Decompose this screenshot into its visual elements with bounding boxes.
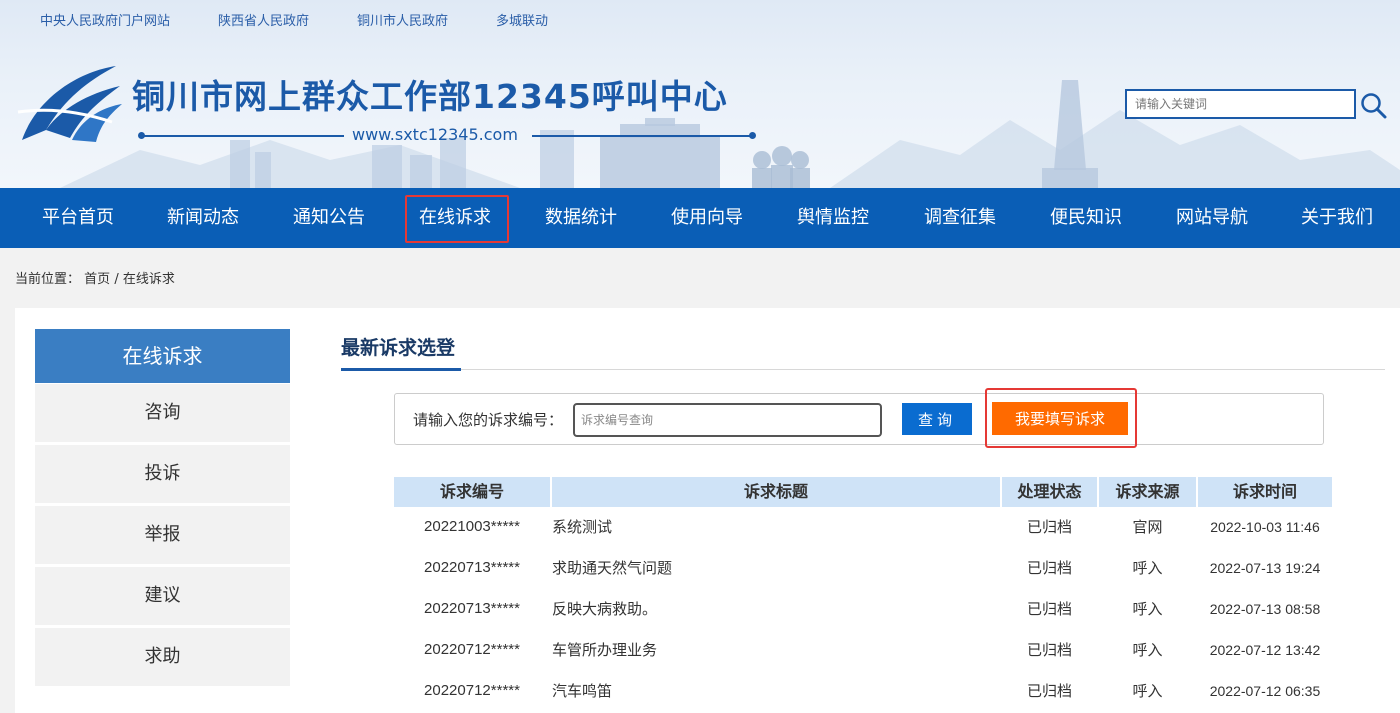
- nav-item-knowledge[interactable]: 便民知识: [1050, 188, 1122, 248]
- top-link-tongchuan-gov[interactable]: 铜川市人民政府: [357, 10, 448, 29]
- cell-time: 2022-07-12 06:35: [1209, 683, 1321, 699]
- cell-time: 2022-07-13 08:58: [1209, 601, 1321, 617]
- nav-item-about[interactable]: 关于我们: [1301, 188, 1373, 248]
- breadcrumb-label: 当前位置：: [15, 272, 81, 287]
- cell-source: 官网: [1132, 518, 1163, 536]
- nav-item-online-appeal[interactable]: 在线诉求: [419, 188, 491, 248]
- cell-appeal-title[interactable]: 汽车鸣笛: [552, 679, 612, 703]
- site-url: www.sxtc12345.com: [352, 125, 518, 144]
- header-search-input[interactable]: [1125, 89, 1356, 119]
- cell-appeal-id: 20221003*****: [424, 518, 520, 535]
- top-link-multi-city[interactable]: 多城联动: [496, 10, 548, 29]
- sidebar-item-complaint[interactable]: 投诉: [35, 445, 290, 503]
- cell-status: 已归档: [1026, 682, 1072, 700]
- cell-status: 已归档: [1026, 518, 1072, 536]
- cell-source: 呼入: [1132, 600, 1163, 618]
- sidebar-item-suggestion[interactable]: 建议: [35, 567, 290, 625]
- site-url-line: www.sxtc12345.com: [138, 125, 756, 146]
- sidebar-title: 在线诉求: [35, 329, 290, 383]
- search-icon[interactable]: [1358, 91, 1388, 119]
- cell-source: 呼入: [1132, 559, 1163, 577]
- nav-item-guide[interactable]: 使用向导: [671, 188, 743, 248]
- query-button[interactable]: 查询: [902, 403, 972, 435]
- top-links: 中央人民政府门户网站 陕西省人民政府 铜川市人民政府 多城联动: [40, 10, 548, 29]
- section-divider: [341, 369, 1385, 370]
- cell-source: 呼入: [1132, 682, 1163, 700]
- cell-time: 2022-10-03 11:46: [1210, 519, 1320, 535]
- nav-item-sitemap[interactable]: 网站导航: [1176, 188, 1248, 248]
- main-nav: 平台首页 新闻动态 通知公告 在线诉求 数据统计 使用向导 舆情监控 调查征集 …: [0, 188, 1400, 248]
- top-link-shaanxi-gov[interactable]: 陕西省人民政府: [218, 10, 309, 29]
- breadcrumb-home[interactable]: 首页: [84, 272, 110, 287]
- nav-item-statistics[interactable]: 数据统计: [545, 188, 617, 248]
- cell-appeal-title[interactable]: 求助通天然气问题: [552, 556, 672, 580]
- table-header-status: 处理状态: [1002, 477, 1097, 507]
- site-title: 铜川市网上群众工作部12345呼叫中心: [132, 77, 728, 116]
- table-header-source: 诉求来源: [1099, 477, 1196, 507]
- sidebar-item-help[interactable]: 求助: [35, 628, 290, 686]
- sidebar-item-report[interactable]: 举报: [35, 506, 290, 564]
- cell-appeal-id: 20220712*****: [424, 641, 520, 658]
- cell-status: 已归档: [1026, 641, 1072, 659]
- table-header-title: 诉求标题: [552, 477, 1000, 507]
- breadcrumb-current: 在线诉求: [122, 272, 175, 287]
- section-title: 最新诉求选登: [341, 337, 456, 359]
- cell-time: 2022-07-13 19:24: [1209, 560, 1321, 576]
- section-title-underline: [341, 368, 461, 371]
- nav-item-news[interactable]: 新闻动态: [167, 188, 239, 248]
- nav-item-opinion-monitor[interactable]: 舆情监控: [797, 188, 869, 248]
- nav-item-home[interactable]: 平台首页: [42, 188, 114, 248]
- cell-source: 呼入: [1132, 641, 1163, 659]
- site-logo: [17, 66, 122, 142]
- nav-item-notices[interactable]: 通知公告: [293, 188, 365, 248]
- site-header: 中央人民政府门户网站 陕西省人民政府 铜川市人民政府 多城联动 铜川市网上群众工…: [0, 0, 1400, 188]
- table-header-time: 诉求时间: [1198, 477, 1332, 507]
- table-header-id: 诉求编号: [394, 477, 550, 507]
- cell-status: 已归档: [1026, 559, 1072, 577]
- cell-appeal-id: 20220712*****: [424, 682, 520, 699]
- appeal-number-input[interactable]: [573, 403, 882, 437]
- file-appeal-button[interactable]: 我要填写诉求: [992, 402, 1128, 435]
- cell-appeal-title[interactable]: 系统测试: [552, 515, 612, 539]
- cell-appeal-title[interactable]: 反映大病救助。: [552, 597, 657, 621]
- cell-appeal-id: 20220713*****: [424, 559, 520, 576]
- cell-time: 2022-07-12 13:42: [1209, 642, 1321, 658]
- sidebar-item-consult[interactable]: 咨询: [35, 384, 290, 442]
- cell-appeal-id: 20220713*****: [424, 600, 520, 617]
- breadcrumb-separator: /: [114, 272, 119, 287]
- nav-item-survey[interactable]: 调查征集: [924, 188, 996, 248]
- cell-appeal-title[interactable]: 车管所办理业务: [552, 638, 657, 662]
- top-link-central-gov[interactable]: 中央人民政府门户网站: [40, 10, 170, 29]
- query-label: 请输入您的诉求编号：: [413, 411, 564, 429]
- cell-status: 已归档: [1026, 600, 1072, 618]
- breadcrumb: 当前位置： 首页 / 在线诉求: [15, 268, 175, 287]
